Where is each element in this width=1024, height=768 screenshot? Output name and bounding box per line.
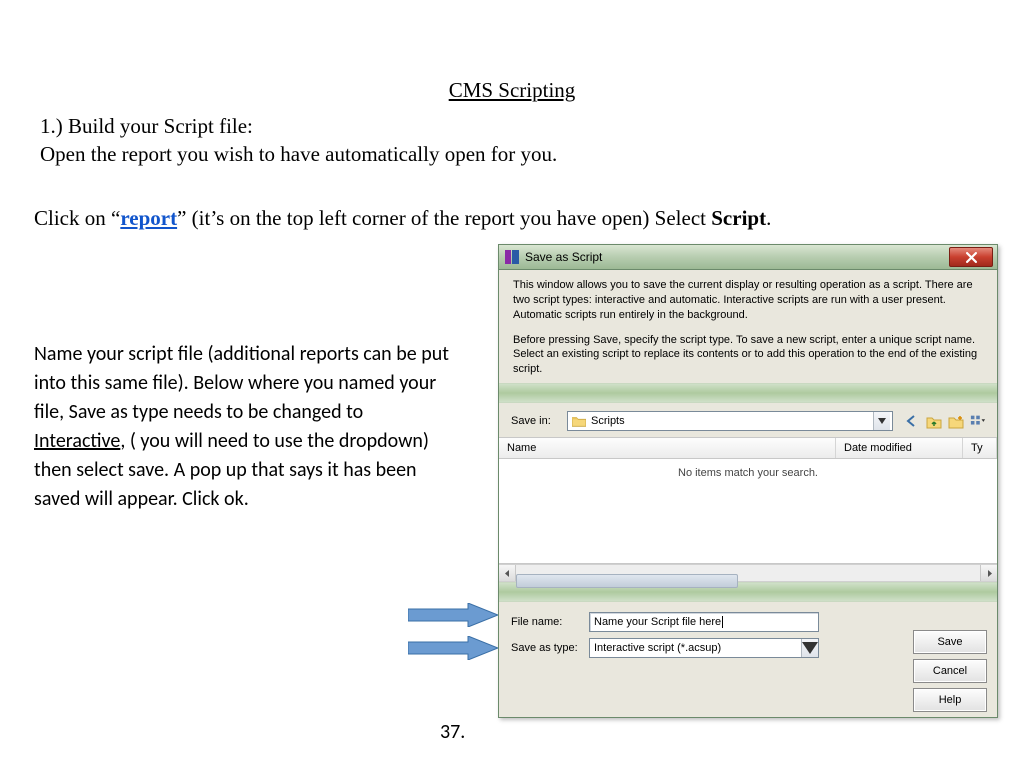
step1-line1: 1.) Build your Script file: xyxy=(40,114,253,138)
save-in-combo[interactable]: Scripts xyxy=(567,411,893,431)
step-1-text: 1.) Build your Script file: Open the rep… xyxy=(40,112,960,169)
file-list[interactable]: No items match your search. xyxy=(499,459,997,564)
horizontal-scrollbar[interactable] xyxy=(499,564,997,582)
text-caret xyxy=(722,616,723,628)
save-in-value: Scripts xyxy=(591,415,868,427)
saveastype-value: Interactive script (*.acsup) xyxy=(594,642,801,654)
scroll-right-button[interactable] xyxy=(980,565,997,581)
click-bold: Script xyxy=(711,206,766,230)
empty-message: No items match your search. xyxy=(678,467,818,479)
desc-p2: Before pressing Save, specify the script… xyxy=(513,333,983,378)
sidetext-interactive-word: Interactive xyxy=(34,429,120,453)
arrow-to-filename xyxy=(408,603,498,627)
bottom-panel: File name: Name your Script file here Sa… xyxy=(499,602,997,722)
sidetext-a: Name your script file (additional report… xyxy=(34,342,449,424)
click-mid: ” (it’s on the top left corner of the re… xyxy=(177,206,711,230)
help-button[interactable]: Help xyxy=(913,688,987,712)
titlebar[interactable]: Save as Script xyxy=(499,245,997,270)
saveastype-label: Save as type: xyxy=(511,642,589,654)
app-icon xyxy=(505,250,519,264)
dialog-title: Save as Script xyxy=(525,250,602,264)
folder-icon xyxy=(572,415,586,427)
cancel-button[interactable]: Cancel xyxy=(913,659,987,683)
saveastype-combo[interactable]: Interactive script (*.acsup) xyxy=(589,638,819,658)
scroll-left-button[interactable] xyxy=(499,565,516,581)
decorative-band xyxy=(499,383,997,403)
click-prefix: Click on “ xyxy=(34,206,120,230)
save-as-script-dialog: Save as Script This window allows you to… xyxy=(498,244,998,718)
side-instructions: Name your script file (additional report… xyxy=(34,340,454,514)
save-button[interactable]: Save xyxy=(913,630,987,654)
save-in-label: Save in: xyxy=(511,415,561,427)
chevron-down-icon[interactable] xyxy=(873,412,890,430)
dialog-description: This window allows you to save the curre… xyxy=(499,270,997,383)
view-menu-icon[interactable] xyxy=(969,413,987,429)
arrow-to-saveastype xyxy=(408,636,498,660)
page-title: CMS Scripting xyxy=(0,78,1024,103)
file-list-header[interactable]: Name Date modified Ty xyxy=(499,437,997,459)
filename-label: File name: xyxy=(511,616,589,628)
click-on-report-line: Click on “report” (it’s on the top left … xyxy=(34,206,974,231)
col-date[interactable]: Date modified xyxy=(836,438,963,458)
page-number: 37. xyxy=(440,720,465,744)
desc-p1: This window allows you to save the curre… xyxy=(513,278,983,323)
close-button[interactable] xyxy=(949,247,993,267)
col-type[interactable]: Ty xyxy=(963,438,997,458)
report-link[interactable]: report xyxy=(120,206,177,230)
filename-value: Name your Script file here xyxy=(594,616,721,628)
col-name[interactable]: Name xyxy=(499,438,836,458)
step1-line2: Open the report you wish to have automat… xyxy=(40,142,557,166)
new-folder-icon[interactable] xyxy=(947,413,965,429)
filename-input[interactable]: Name your Script file here xyxy=(589,612,819,632)
up-folder-icon[interactable] xyxy=(925,413,943,429)
back-arrow-icon[interactable] xyxy=(903,413,921,429)
click-suffix: . xyxy=(766,206,771,230)
save-in-row: Save in: Scripts xyxy=(499,403,997,437)
scroll-thumb[interactable] xyxy=(516,574,738,588)
chevron-down-icon[interactable] xyxy=(801,639,818,657)
